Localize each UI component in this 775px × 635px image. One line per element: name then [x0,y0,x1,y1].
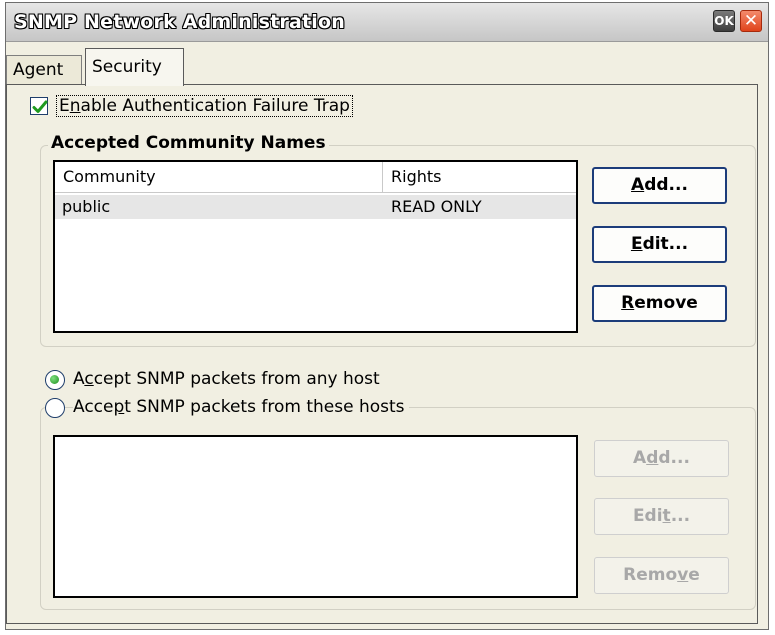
community-list-header: Community Rights [55,162,576,193]
host-add-button[interactable]: Add... [594,440,729,477]
title-bar[interactable]: SNMP Network Administration OK ✕ [6,3,768,42]
auth-trap-label: Enable Authentication Failure Trap [56,95,353,117]
any-host-radio[interactable] [45,370,65,390]
cell-community: public [62,197,111,216]
table-row[interactable]: public READ ONLY [55,195,576,219]
ok-button[interactable]: OK [713,10,735,32]
column-divider[interactable] [382,162,383,192]
auth-trap-checkbox[interactable] [30,97,48,115]
host-list[interactable] [53,435,578,598]
community-add-button[interactable]: Add... [592,167,727,204]
close-button[interactable]: ✕ [740,10,762,32]
community-remove-button[interactable]: Remove [592,285,727,322]
cell-rights: READ ONLY [391,197,482,216]
any-host-label: Accept SNMP packets from any host [73,369,384,389]
these-hosts-radio[interactable] [45,398,65,418]
radio-selected-dot [50,375,59,384]
window-title: SNMP Network Administration [14,11,345,33]
community-edit-button[interactable]: Edit... [592,226,727,263]
tab-security[interactable]: Security [85,48,184,86]
these-hosts-label: Accept SNMP packets from these hosts [73,397,409,417]
community-group-title: Accepted Community Names [48,133,329,153]
checkmark-icon [32,100,48,113]
community-list[interactable]: Community Rights public READ ONLY [53,160,578,333]
host-remove-button[interactable]: Remove [594,557,729,594]
host-edit-button[interactable]: Edit... [594,498,729,535]
tab-agent[interactable]: Agent [6,55,82,84]
column-header-rights[interactable]: Rights [391,167,441,186]
column-header-community[interactable]: Community [63,167,156,186]
